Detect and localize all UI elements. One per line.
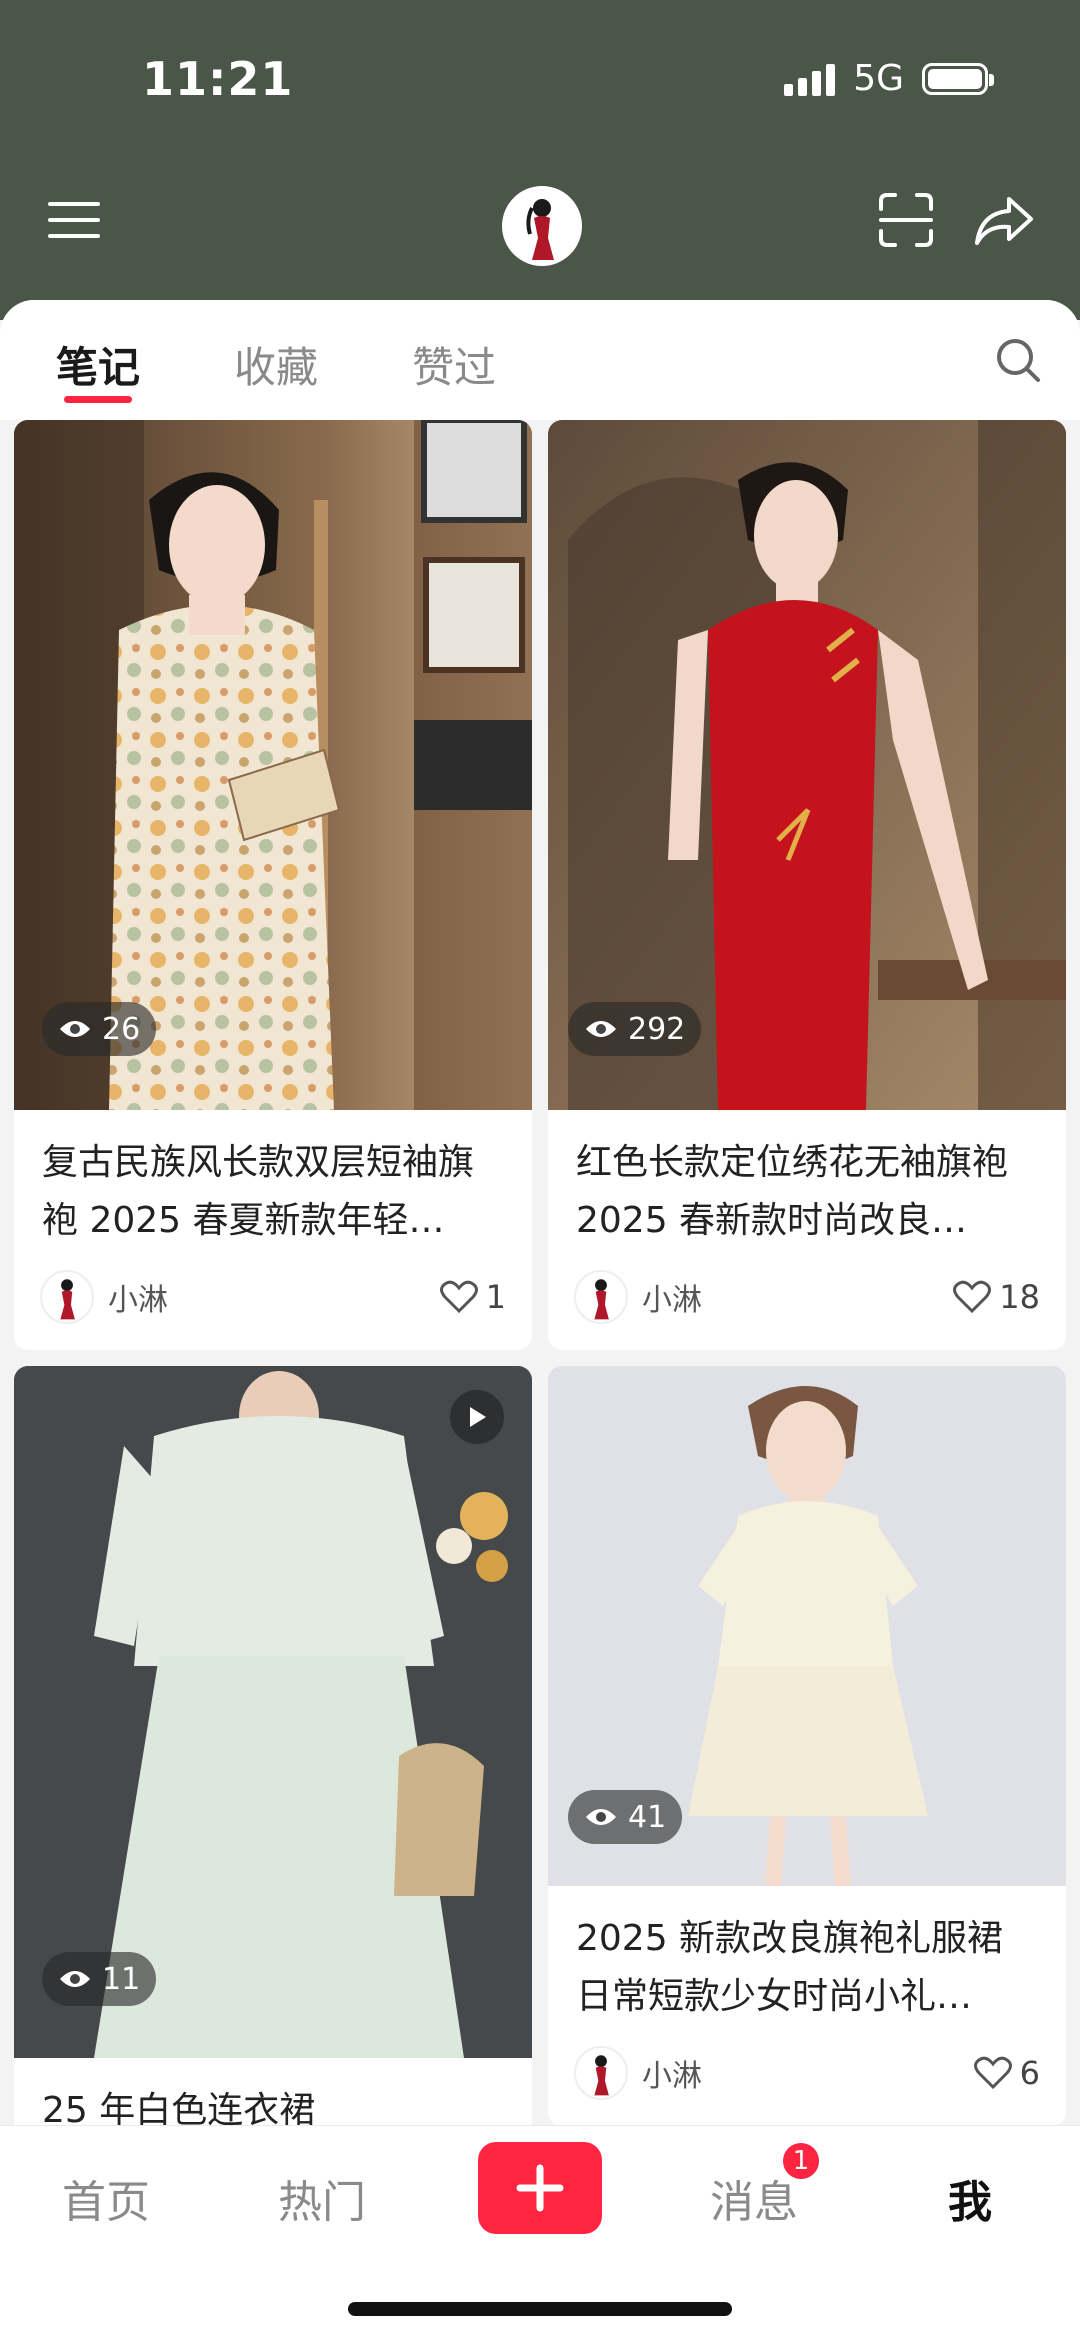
like-button[interactable]: 1 (439, 1278, 506, 1316)
heart-icon (973, 2056, 1012, 2090)
post-title[interactable]: 红色长款定位绣花无袖旗袍 2025 春新款时尚改良… (576, 1134, 1038, 1250)
plus-icon (516, 2164, 564, 2212)
search-icon[interactable] (988, 330, 1048, 390)
view-count-badge: 41 (568, 1790, 683, 1844)
add-post-button[interactable] (478, 2142, 602, 2234)
author-name[interactable]: 小淋 (108, 1275, 440, 1319)
content-sheet: 笔记 收藏 赞过 26 复古民族风长款双层短袖旗袍 2025 春夏新款年轻… 小… (0, 300, 1080, 2342)
nav-home[interactable]: 首页 (62, 2166, 150, 2230)
post-title[interactable]: 2025 新款改良旗袍礼服裙日常短款少女时尚小礼… (576, 1910, 1038, 2026)
message-badge: 1 (780, 2140, 822, 2182)
profile-tabs: 笔记 收藏 赞过 (0, 300, 1080, 420)
view-count-badge: 292 (568, 1002, 702, 1056)
view-count: 41 (628, 1799, 667, 1835)
like-count: 6 (1019, 2054, 1040, 2092)
status-indicators: 5G (784, 58, 994, 99)
post-title[interactable]: 复古民族风长款双层短袖旗袍 2025 春夏新款年轻… (42, 1134, 504, 1250)
like-count: 18 (999, 1278, 1040, 1316)
author-avatar[interactable] (574, 1270, 628, 1324)
home-indicator (348, 2302, 732, 2316)
post-card[interactable]: 292 红色长款定位绣花无袖旗袍 2025 春新款时尚改良… 小淋 18 (548, 420, 1066, 1350)
battery-icon (922, 62, 994, 95)
like-count: 1 (485, 1278, 506, 1316)
post-card[interactable]: 26 复古民族风长款双层短袖旗袍 2025 春夏新款年轻… 小淋 1 (14, 420, 532, 1350)
eye-icon (60, 1971, 90, 1987)
view-count: 26 (102, 1011, 141, 1047)
like-button[interactable]: 18 (953, 1278, 1040, 1316)
post-meta: 小淋 6 (574, 2046, 1040, 2100)
heart-icon (953, 1280, 992, 1314)
view-count-badge: 11 (42, 1952, 157, 2006)
nav-messages[interactable]: 消息 (710, 2166, 798, 2230)
author-avatar[interactable] (40, 1270, 94, 1324)
view-count-badge: 26 (42, 1002, 157, 1056)
eye-icon (586, 1809, 616, 1825)
nav-me[interactable]: 我 (948, 2166, 992, 2230)
avatar[interactable] (502, 186, 582, 266)
scan-icon[interactable] (866, 180, 946, 260)
tab-collections[interactable]: 收藏 (234, 334, 318, 395)
post-meta: 小淋 1 (40, 1270, 506, 1324)
like-button[interactable]: 6 (973, 2054, 1040, 2092)
view-count: 11 (102, 1961, 141, 1997)
share-arrow-icon[interactable] (964, 180, 1044, 260)
tab-notes[interactable]: 笔记 (56, 334, 140, 395)
hamburger-menu-icon[interactable] (34, 180, 114, 260)
post-card[interactable]: 11 25 年白色连衣裙 (14, 1366, 532, 2166)
heart-icon (439, 1280, 478, 1314)
author-avatar[interactable] (574, 2046, 628, 2100)
active-tab-indicator (64, 396, 132, 403)
network-type: 5G (853, 58, 904, 99)
status-time: 11:21 (142, 52, 294, 106)
nav-trending[interactable]: 热门 (278, 2166, 366, 2230)
view-count: 292 (628, 1011, 686, 1047)
tab-liked[interactable]: 赞过 (412, 334, 496, 395)
author-name[interactable]: 小淋 (642, 2051, 974, 2095)
eye-icon (586, 1021, 616, 1037)
post-meta: 小淋 18 (574, 1270, 1040, 1324)
signal-icon (784, 62, 836, 96)
author-name[interactable]: 小淋 (642, 1275, 953, 1319)
play-icon[interactable] (450, 1390, 504, 1444)
eye-icon (60, 1021, 90, 1037)
post-card[interactable]: 41 2025 新款改良旗袍礼服裙日常短款少女时尚小礼… 小淋 6 (548, 1366, 1066, 2126)
profile-header: 11:21 5G (0, 0, 1080, 320)
